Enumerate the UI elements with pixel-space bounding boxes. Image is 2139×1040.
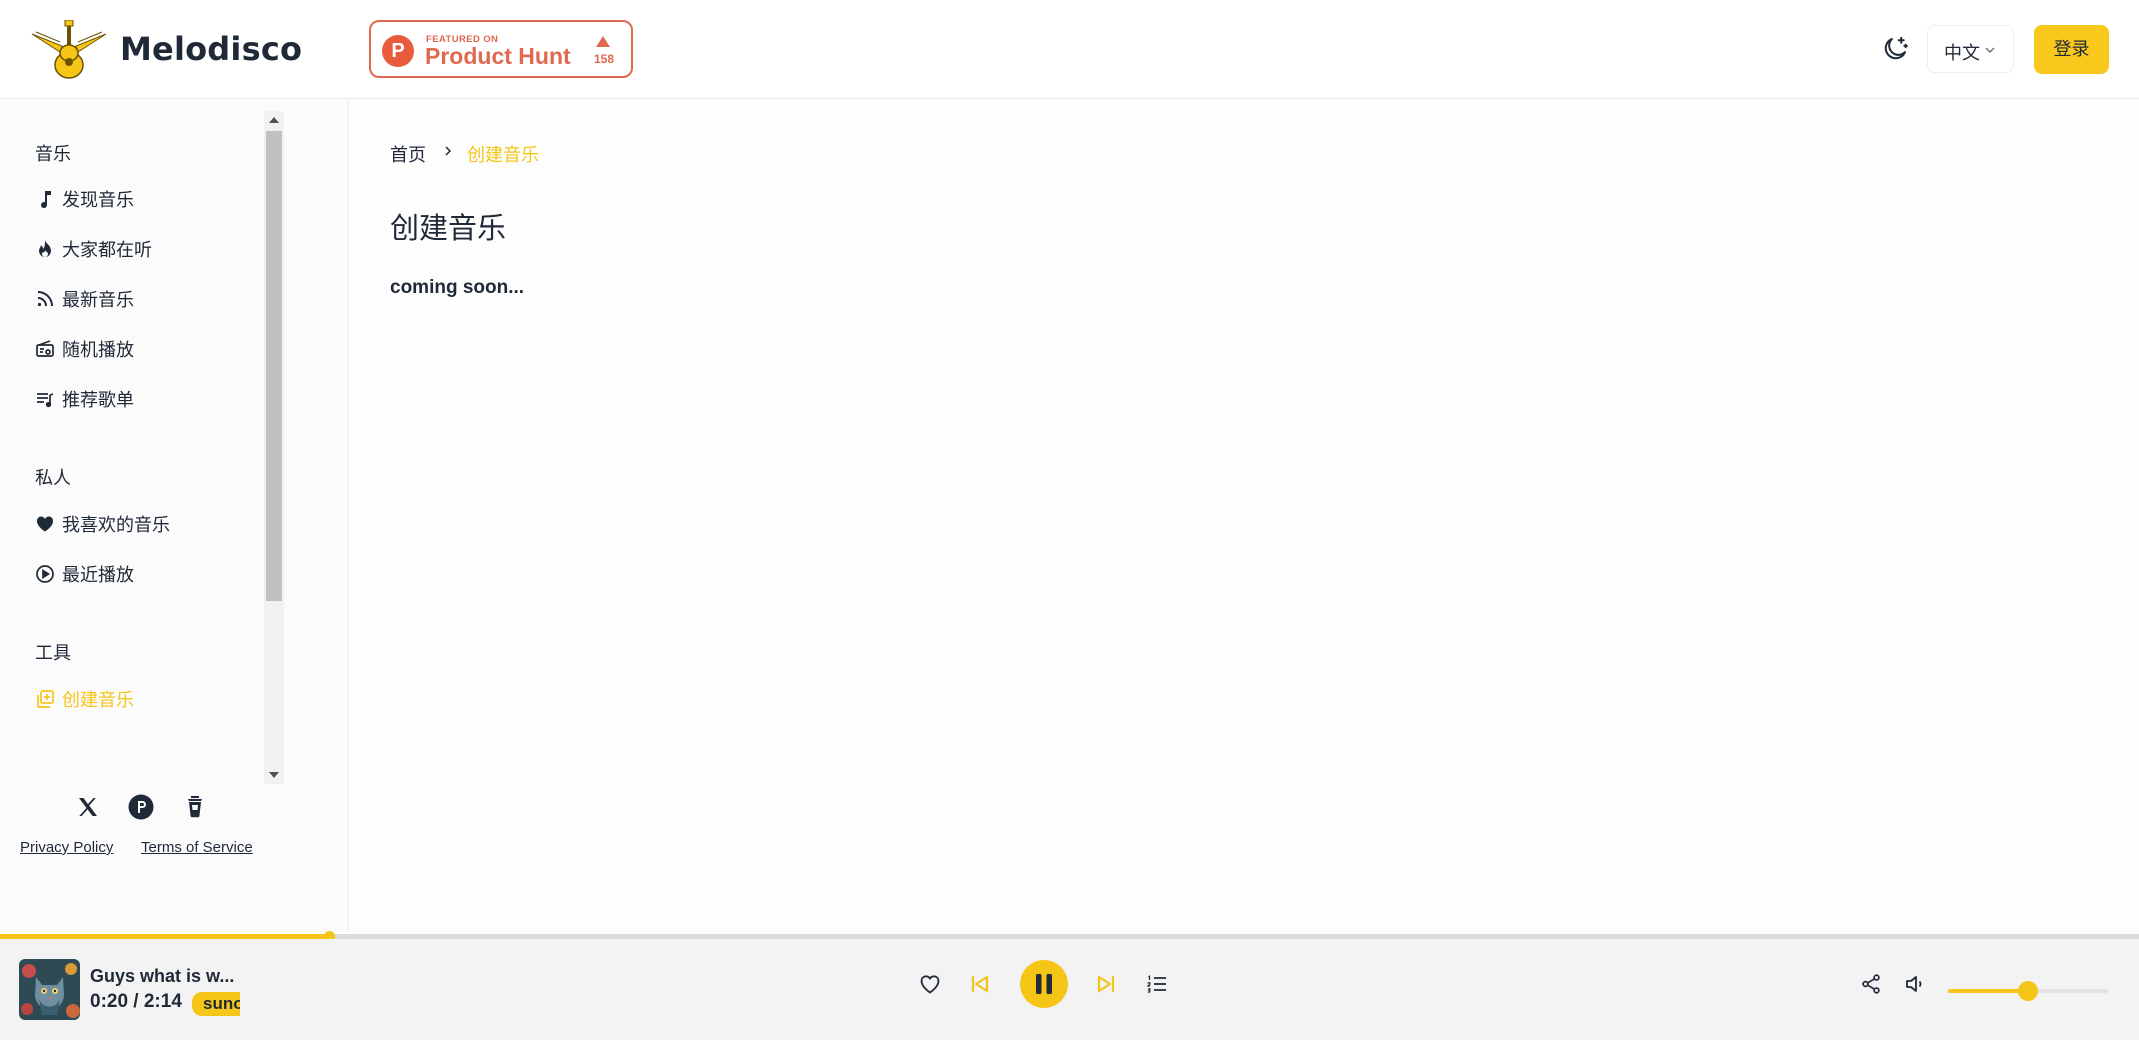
top-header: Melodisco P FEATURED ON Product Hunt 158…	[0, 0, 2139, 99]
product-hunt-icon[interactable]	[126, 792, 156, 822]
album-cover[interactable]	[19, 959, 80, 1020]
share-button[interactable]	[1858, 971, 1884, 997]
product-hunt-name: Product Hunt	[425, 43, 571, 69]
sidebar-item-trending[interactable]: 大家都在听	[35, 234, 152, 264]
sidebar-item-playlists[interactable]: 推荐歌单	[35, 384, 134, 414]
volume-slider-fill	[1948, 989, 2028, 993]
product-hunt-logo-icon: P	[382, 35, 414, 67]
login-button[interactable]: 登录	[2034, 25, 2109, 74]
list-ordered-icon	[1146, 974, 1166, 993]
rss-icon	[37, 291, 53, 307]
guitar-wings-logo[interactable]	[30, 20, 108, 80]
track-title[interactable]: Guys what is w...	[90, 966, 240, 987]
pause-button[interactable]	[1020, 960, 1068, 1008]
x-icon[interactable]	[73, 792, 103, 822]
sidebar: 音乐 发现音乐 大家都在听 最新音乐 随机播放 推荐歌单 私人 我喜欢的音乐 最…	[0, 99, 349, 933]
sidebar-item-label: 随机播放	[62, 340, 134, 361]
heart-outline-icon	[920, 975, 940, 994]
sidebar-item-create-music[interactable]: 创建音乐	[35, 684, 134, 714]
section-title-private: 私人	[35, 468, 71, 489]
language-value: 中文	[1944, 43, 1980, 64]
sidebar-scrollbar[interactable]	[264, 111, 284, 784]
previous-button[interactable]	[967, 971, 993, 997]
scrollbar-thumb[interactable]	[266, 131, 282, 601]
next-button[interactable]	[1093, 971, 1119, 997]
sidebar-item-label: 推荐歌单	[62, 390, 134, 411]
section-title-tools: 工具	[35, 643, 71, 664]
language-select[interactable]: 中文	[1927, 25, 2014, 73]
track-source-tag: suno	[192, 992, 240, 1016]
product-hunt-badge[interactable]: P FEATURED ON Product Hunt 158	[369, 20, 633, 78]
app-name[interactable]: Melodisco	[120, 30, 302, 68]
volume-button[interactable]	[1902, 971, 1928, 997]
flame-icon	[39, 240, 51, 257]
page-message: coming soon...	[390, 277, 525, 298]
coffee-icon[interactable]	[180, 792, 210, 822]
like-button[interactable]	[917, 971, 943, 997]
sidebar-item-shuffle[interactable]: 随机播放	[35, 334, 134, 364]
breadcrumb-current[interactable]: 创建音乐	[467, 141, 539, 167]
page-title: 创建音乐	[390, 211, 507, 245]
skip-next-icon	[1097, 975, 1115, 993]
player-bar: Guys what is w... 0:20 / 2:14 suno	[0, 939, 2139, 1040]
main-content: 首页 创建音乐 创建音乐 coming soon...	[350, 99, 2139, 933]
playlist-icon	[37, 393, 54, 408]
radio-icon	[36, 340, 54, 357]
music-note-icon	[41, 191, 51, 209]
pause-icon	[1036, 974, 1052, 994]
volume-low-icon	[1906, 976, 1922, 992]
sidebar-item-label: 最新音乐	[62, 290, 134, 311]
terms-of-service-link[interactable]: Terms of Service	[141, 839, 253, 856]
sidebar-item-recent[interactable]: 最近播放	[35, 559, 134, 589]
breadcrumb-home[interactable]: 首页	[390, 141, 426, 167]
sidebar-item-latest[interactable]: 最新音乐	[35, 284, 134, 314]
upvote-triangle-icon	[596, 36, 610, 47]
play-circle-icon	[36, 565, 54, 583]
volume-slider[interactable]	[1948, 981, 2108, 1001]
sidebar-item-label: 我喜欢的音乐	[62, 515, 170, 536]
section-title-music: 音乐	[35, 144, 71, 165]
track-time: 0:20 / 2:14	[90, 991, 182, 1012]
sidebar-item-label: 发现音乐	[62, 190, 134, 211]
moon-theme-icon[interactable]	[1880, 34, 1910, 64]
privacy-policy-link[interactable]: Privacy Policy	[20, 839, 113, 856]
queue-button[interactable]	[1144, 971, 1170, 997]
sidebar-item-discover[interactable]: 发现音乐	[35, 184, 134, 214]
sidebar-item-label: 创建音乐	[62, 690, 134, 711]
sidebar-item-label: 最近播放	[62, 565, 134, 586]
chevron-right-icon	[445, 146, 452, 156]
chevron-down-icon	[1985, 47, 1995, 54]
library-add-icon	[37, 690, 54, 708]
heart-icon	[36, 516, 54, 532]
skip-previous-icon	[971, 975, 989, 993]
share-icon	[1862, 974, 1880, 994]
volume-slider-knob[interactable]	[2018, 981, 2038, 1001]
scroll-up-arrow-icon[interactable]	[269, 117, 279, 123]
sidebar-item-label: 大家都在听	[62, 240, 152, 261]
upvote-count: 158	[593, 52, 615, 66]
scroll-down-arrow-icon[interactable]	[269, 772, 279, 778]
sidebar-item-liked[interactable]: 我喜欢的音乐	[35, 509, 170, 539]
